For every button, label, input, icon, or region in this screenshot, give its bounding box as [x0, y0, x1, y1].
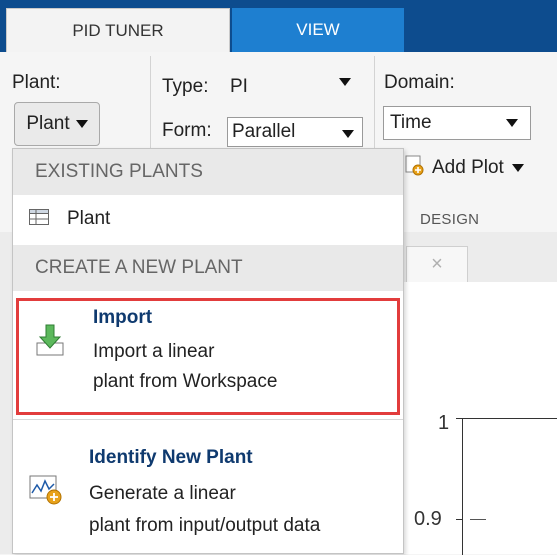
menu-item-plant[interactable]: Plant [13, 195, 403, 243]
identify-plant-icon [29, 475, 63, 510]
import-desc-line2: plant from Workspace [93, 371, 278, 392]
chevron-down-icon [511, 164, 524, 172]
create-new-plant-header: CREATE A NEW PLANT [13, 245, 403, 291]
document-tab[interactable]: × [406, 246, 468, 282]
chevron-down-icon [75, 120, 88, 128]
close-icon[interactable]: × [431, 253, 443, 276]
import-arrow-icon [35, 323, 65, 362]
chevron-down-icon [506, 119, 518, 127]
type-value[interactable]: PI [230, 76, 248, 98]
tab-view[interactable]: VIEW [232, 8, 404, 52]
menu-item-plant-label: Plant [67, 208, 111, 229]
add-plot-icon [404, 154, 424, 182]
plant-label: Plant: [12, 72, 61, 93]
plant-dropdown-menu: EXISTING PLANTS Plant CREATE A NEW PLANT… [12, 148, 404, 554]
y-tick-mark [456, 418, 462, 419]
menu-item-import[interactable]: Import Import a linear plant from Worksp… [16, 298, 400, 415]
y-tick-label: 0.9 [414, 508, 442, 530]
plant-dropdown-button[interactable]: Plant [14, 102, 100, 146]
y-tick-mark [456, 519, 462, 520]
import-desc-line1: Import a linear [93, 341, 215, 362]
menu-divider [13, 419, 403, 420]
identify-title: Identify New Plant [89, 447, 253, 468]
plot-line-segment [470, 519, 486, 520]
domain-value: Time [390, 112, 432, 133]
design-section-label: DESIGN [420, 211, 480, 228]
plant-button-label: Plant [26, 113, 70, 134]
chevron-down-icon[interactable] [339, 78, 351, 86]
y-tick-label: 1 [438, 412, 450, 434]
plot-axes[interactable] [462, 418, 557, 555]
domain-label: Domain: [384, 72, 455, 93]
chevron-down-icon [342, 130, 354, 138]
form-label: Form: [162, 120, 212, 141]
existing-plants-header: EXISTING PLANTS [13, 149, 403, 195]
add-plot-label: Add Plot [432, 157, 504, 178]
table-icon [29, 208, 49, 230]
tab-pid-tuner[interactable]: PID TUNER [6, 8, 230, 52]
add-plot-button[interactable]: Add Plot [404, 154, 524, 182]
domain-dropdown[interactable]: Time [383, 106, 531, 140]
form-value: Parallel [232, 121, 296, 142]
identify-desc-line1: Generate a linear [89, 483, 236, 504]
import-title: Import [93, 307, 153, 328]
form-dropdown[interactable]: Parallel [227, 117, 363, 147]
identify-desc-line2: plant from input/output data [89, 515, 321, 536]
type-label: Type: [162, 76, 209, 97]
menu-item-identify-new-plant[interactable]: Identify New Plant Generate a linear pla… [13, 421, 403, 553]
